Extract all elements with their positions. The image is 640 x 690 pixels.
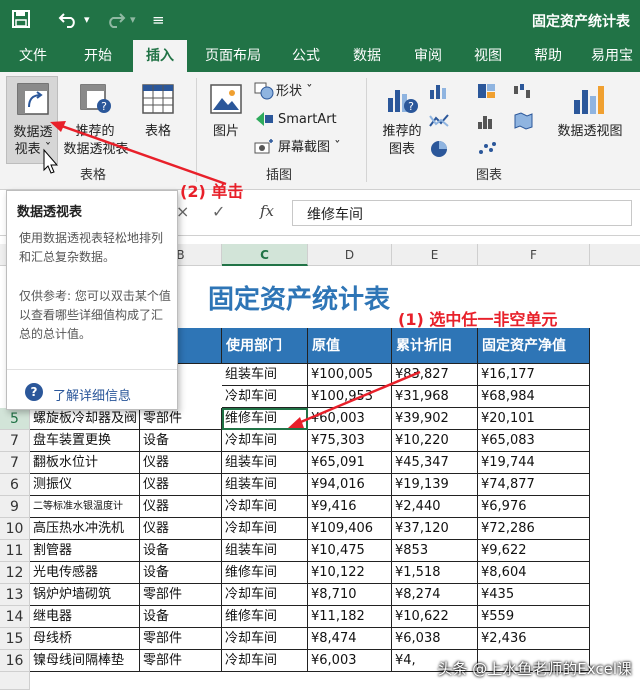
annotation-step-1: (1) 选中任一非空单元 xyxy=(398,310,558,329)
annotation-step-2: (2) 单击 xyxy=(180,182,244,201)
arrow-to-pivot-button xyxy=(55,122,227,186)
arrow-head xyxy=(288,417,304,428)
annotation-arrows xyxy=(43,121,421,428)
arrow-to-active-cell xyxy=(295,370,421,426)
mouse-cursor-icon xyxy=(43,148,59,174)
watermark: 头条 @上水鱼老师的Excel课 xyxy=(437,660,632,678)
